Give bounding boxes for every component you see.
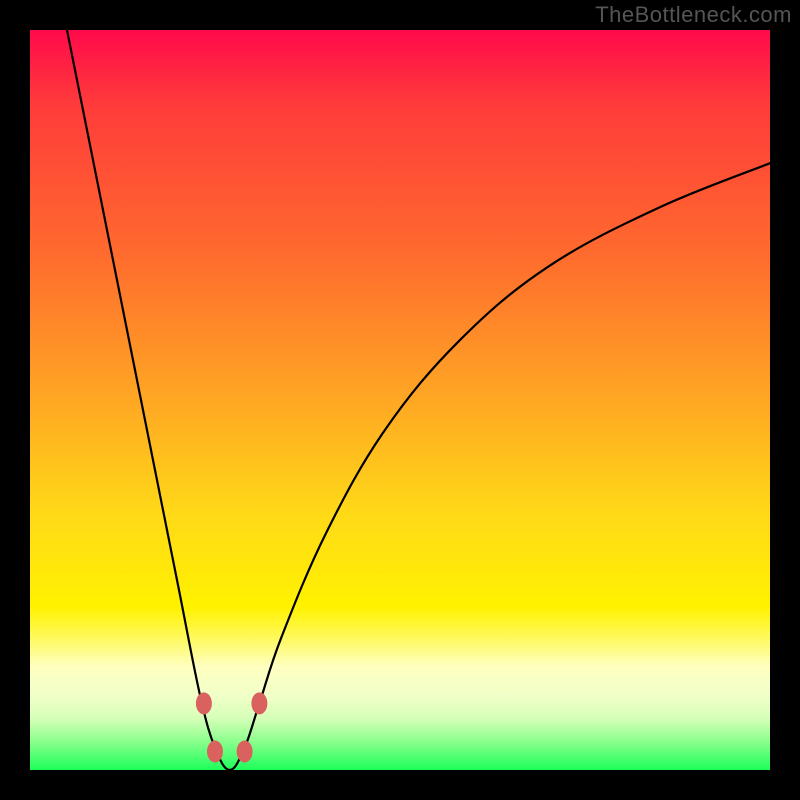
soft-marker bbox=[196, 692, 212, 714]
curve-layer bbox=[30, 30, 770, 770]
soft-marker bbox=[251, 692, 267, 714]
soft-marker bbox=[207, 741, 223, 763]
watermark-text: TheBottleneck.com bbox=[595, 2, 792, 28]
bottleneck-curve bbox=[67, 30, 770, 770]
soft-markers bbox=[196, 692, 268, 762]
plot-area bbox=[30, 30, 770, 770]
chart-frame: TheBottleneck.com bbox=[0, 0, 800, 800]
soft-marker bbox=[237, 741, 253, 763]
